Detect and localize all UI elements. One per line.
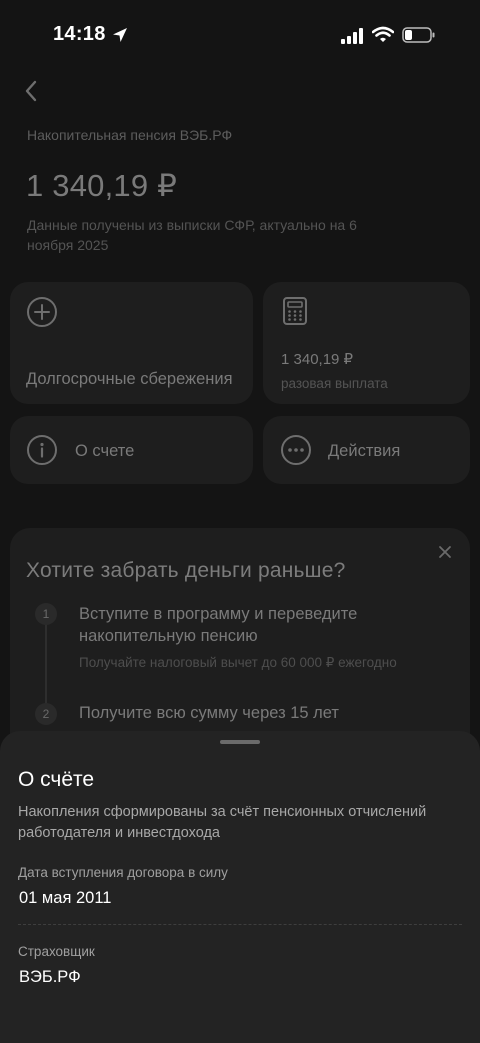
- divider: [18, 924, 462, 925]
- long-term-savings-tile[interactable]: Долгосрочные сбережения: [10, 282, 253, 404]
- promo-title: Хотите забрать деньги раньше?: [26, 559, 346, 582]
- contract-date-value: 01 мая 2011: [19, 889, 112, 907]
- location-arrow-icon: [113, 28, 127, 42]
- wifi-icon: [372, 26, 394, 42]
- step-title: Получите всю сумму через 15 лет: [79, 704, 339, 722]
- insurer-value: ВЭБ.РФ: [19, 968, 81, 986]
- step-subtitle: Получайте налоговый вычет до 60 000 ₽ еж…: [79, 655, 397, 670]
- step-number: 2: [35, 703, 57, 725]
- signal-icon: [341, 28, 363, 44]
- sheet-description: Накопления сформированы за счёт пенсионн…: [18, 804, 427, 841]
- info-icon: [27, 435, 57, 465]
- battery-icon: [402, 27, 435, 43]
- payout-amount: 1 340,19 ₽: [281, 351, 354, 368]
- close-icon[interactable]: [438, 545, 452, 559]
- screen: 14:18 Накопительная пенсия ВЭБ.РФ 1 340,…: [0, 0, 480, 1043]
- lump-sum-payout-tile[interactable]: 1 340,19 ₽ разовая выплата: [263, 282, 470, 404]
- chevron-left-icon[interactable]: [20, 78, 44, 104]
- about-account-label: О счете: [75, 442, 135, 460]
- sheet-grabber[interactable]: [220, 740, 260, 744]
- payout-label: разовая выплата: [281, 376, 388, 391]
- actions-label: Действия: [328, 442, 401, 460]
- more-dots-icon: [281, 435, 311, 465]
- long-term-savings-label: Долгосрочные сбережения: [26, 370, 233, 388]
- data-source-note: Данные получены из выписки СФР, актуальн…: [27, 217, 357, 253]
- about-account-sheet: О счёте Накопления сформированы за счёт …: [0, 731, 480, 1043]
- actions-tile[interactable]: Действия: [263, 416, 470, 484]
- plus-circle-icon: [27, 297, 57, 327]
- sheet-title: О счёте: [18, 768, 95, 791]
- account-name: Накопительная пенсия ВЭБ.РФ: [27, 127, 233, 143]
- contract-date-label: Дата вступления договора в силу: [18, 865, 228, 880]
- status-time: 14:18: [53, 23, 106, 45]
- insurer-label: Страховщик: [18, 944, 95, 959]
- step-number: 1: [35, 603, 57, 625]
- about-account-tile[interactable]: О счете: [10, 416, 253, 484]
- calculator-icon: [283, 297, 307, 325]
- step-title: Вступите в программу и переведите накопи…: [79, 605, 358, 645]
- status-bar: 14:18: [0, 0, 480, 70]
- account-balance: 1 340,19 ₽: [26, 168, 178, 203]
